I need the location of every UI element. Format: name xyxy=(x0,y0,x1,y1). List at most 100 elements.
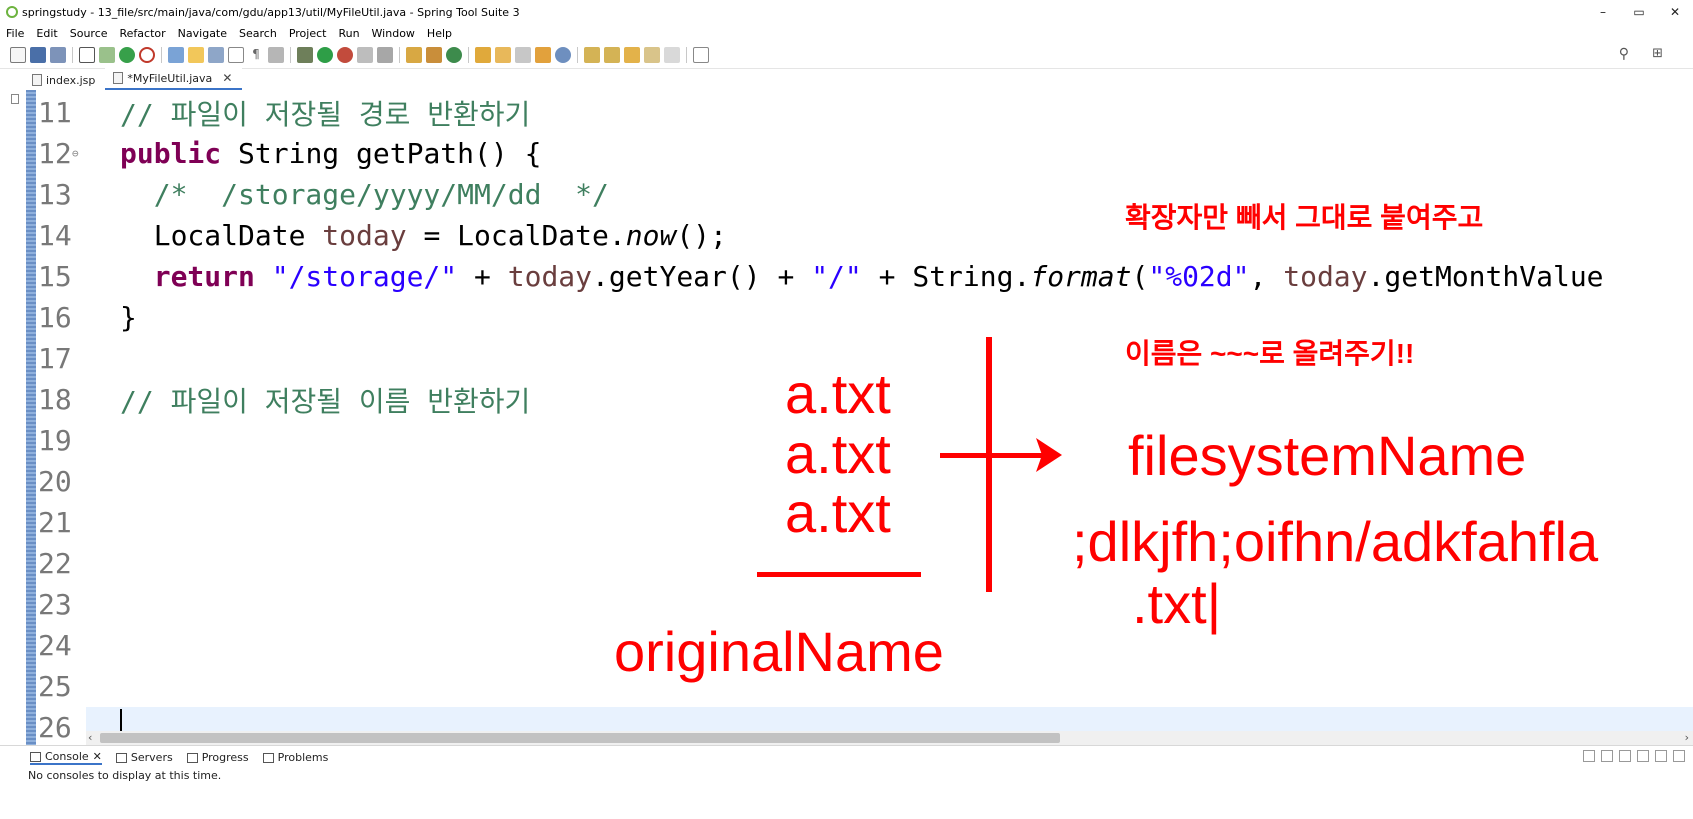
minimize-button[interactable]: – xyxy=(1585,0,1621,24)
refresh-icon[interactable] xyxy=(139,47,155,63)
pencil-icon[interactable] xyxy=(515,47,531,63)
highlight-icon[interactable] xyxy=(188,47,204,63)
line-number: 25 xyxy=(38,670,72,703)
mark-occurrences-icon[interactable] xyxy=(168,47,184,63)
open-task-icon[interactable] xyxy=(495,47,511,63)
progress-icon xyxy=(186,752,198,763)
tab-label: index.jsp xyxy=(46,73,96,87)
skip-breakpoints-icon[interactable] xyxy=(99,47,115,63)
fold-toggle-icon[interactable]: ⊖ xyxy=(72,147,79,160)
code-line[interactable]: 12 ⊖ public String getPath() { xyxy=(0,133,1693,174)
new-package-icon[interactable] xyxy=(426,47,442,63)
code-text: public String getPath() { xyxy=(120,137,542,170)
line-number: 16 xyxy=(38,301,72,334)
new-class-icon[interactable] xyxy=(446,47,462,63)
title-bar: springstudy - 13_file/src/main/java/com/… xyxy=(0,0,1693,24)
code-line[interactable]: 23 xyxy=(0,584,1693,625)
restore-button[interactable]: ▭ xyxy=(1621,0,1657,24)
close-tab-icon[interactable]: ✕ xyxy=(222,71,232,85)
code-text: return "/storage/" + today.getYear() + "… xyxy=(120,260,1604,293)
back-icon[interactable] xyxy=(644,47,660,63)
open-folder-icon[interactable] xyxy=(535,47,551,63)
menu-search[interactable]: Search xyxy=(233,27,283,40)
tab-console[interactable]: Console ✕ xyxy=(30,750,102,765)
menu-bar: File Edit Source Refactor Navigate Searc… xyxy=(0,24,1693,42)
code-line[interactable]: 15 return "/storage/" + today.getYear() … xyxy=(0,256,1693,297)
open-type-icon[interactable] xyxy=(475,47,491,63)
next-annotation-icon[interactable] xyxy=(584,47,600,63)
code-line[interactable]: 16} xyxy=(0,297,1693,338)
tab-label: Problems xyxy=(277,751,329,764)
code-line[interactable]: 11 // 파일이 저장될 경로 반환하기 xyxy=(0,92,1693,133)
code-text: // 파일이 저장될 경로 반환하기 xyxy=(120,97,531,131)
close-tab-icon[interactable]: ✕ xyxy=(93,750,102,763)
line-number: 18 xyxy=(38,383,72,416)
last-edit-icon[interactable] xyxy=(624,47,640,63)
scrollbar-thumb[interactable] xyxy=(100,733,1060,743)
copy-icon[interactable] xyxy=(1637,750,1649,762)
pilcrow-icon[interactable]: ¶ xyxy=(248,47,264,63)
tab-progress[interactable]: Progress xyxy=(186,751,249,764)
line-number: 24 xyxy=(38,629,72,662)
spring-tool-suite-icon xyxy=(6,6,18,18)
terminal-icon[interactable] xyxy=(79,47,95,63)
horizontal-scrollbar[interactable]: ‹ › xyxy=(86,731,1693,745)
search-icon[interactable]: ⚲ xyxy=(1619,46,1629,62)
spring-boot-icon[interactable] xyxy=(119,47,135,63)
close-window-button[interactable]: ✕ xyxy=(1657,0,1693,24)
tab-label: *MyFileUtil.java xyxy=(127,71,213,85)
tab-servers[interactable]: Servers xyxy=(115,751,173,764)
menu-help[interactable]: Help xyxy=(421,27,458,40)
menu-edit[interactable]: Edit xyxy=(30,27,63,40)
save-icon[interactable] xyxy=(30,47,46,63)
menu-project[interactable]: Project xyxy=(283,27,333,40)
settings-icon[interactable] xyxy=(1655,750,1667,762)
toggle-icon[interactable] xyxy=(268,47,284,63)
annotation-file-1: a.txt xyxy=(785,362,891,425)
line-number: 26 xyxy=(38,711,72,744)
prev-annotation-icon[interactable] xyxy=(604,47,620,63)
problems-icon xyxy=(262,752,274,763)
menu-refactor[interactable]: Refactor xyxy=(114,27,172,40)
server-icon[interactable] xyxy=(377,47,393,63)
perspective-icon[interactable]: ⊞ xyxy=(1652,46,1663,61)
annotation-underline xyxy=(757,572,921,577)
scroll-right-icon[interactable]: › xyxy=(1685,731,1689,744)
console-panel: Console ✕ Servers Progress Problems No c… xyxy=(0,745,1693,819)
menu-file[interactable]: File xyxy=(0,27,30,40)
pin-editor-icon[interactable] xyxy=(693,47,709,63)
console-icon xyxy=(30,751,41,762)
save-all-icon[interactable] xyxy=(50,47,66,63)
debug-icon[interactable] xyxy=(297,47,313,63)
word-wrap-icon[interactable] xyxy=(228,47,244,63)
servers-icon xyxy=(115,752,127,763)
line-number: 20 xyxy=(38,465,72,498)
tab-problems[interactable]: Problems xyxy=(262,751,329,764)
menu-source[interactable]: Source xyxy=(64,27,114,40)
stop-icon[interactable] xyxy=(357,47,373,63)
tab-index-jsp[interactable]: index.jsp xyxy=(24,70,105,90)
menu-navigate[interactable]: Navigate xyxy=(172,27,233,40)
open-console-icon[interactable] xyxy=(1619,750,1631,762)
tab-myfileutil-java[interactable]: *MyFileUtil.java ✕ xyxy=(105,68,243,90)
editor-tab-bar: index.jsp *MyFileUtil.java ✕ xyxy=(0,68,1693,90)
globe-icon[interactable] xyxy=(555,47,571,63)
forward-icon[interactable] xyxy=(664,47,680,63)
new-java-project-icon[interactable] xyxy=(406,47,422,63)
code-text: // 파일이 저장될 이름 반환하기 xyxy=(120,384,531,418)
line-number: 11 xyxy=(38,96,72,129)
run-external-icon[interactable] xyxy=(337,47,353,63)
new-icon[interactable] xyxy=(10,47,26,63)
menu-run[interactable]: Run xyxy=(332,27,365,40)
jsp-file-icon xyxy=(32,74,42,86)
menu-window[interactable]: Window xyxy=(366,27,421,40)
annotation-file-2: a.txt xyxy=(785,422,891,485)
pin-console-icon[interactable] xyxy=(1583,750,1595,762)
minimize-panel-icon[interactable] xyxy=(1673,750,1685,762)
display-console-icon[interactable] xyxy=(1601,750,1613,762)
annotation-filesystem-name: filesystemName xyxy=(1128,424,1527,487)
run-icon[interactable] xyxy=(317,47,333,63)
block-select-icon[interactable] xyxy=(208,47,224,63)
scroll-left-icon[interactable]: ‹ xyxy=(88,731,92,744)
console-message: No consoles to display at this time. xyxy=(28,769,222,782)
